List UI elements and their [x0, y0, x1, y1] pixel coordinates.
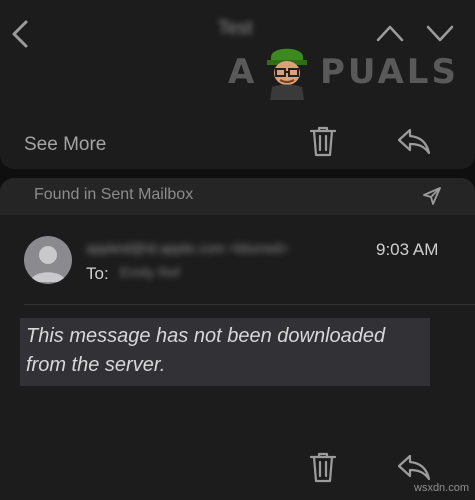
- message-body-highlight: This message has not been downloaded fro…: [20, 318, 430, 386]
- nav-title: Test: [217, 18, 253, 39]
- trash-icon[interactable]: [308, 124, 338, 158]
- logo-letters-puals: PUALS: [320, 52, 459, 92]
- see-more-link[interactable]: See More: [24, 134, 106, 156]
- divider: [24, 304, 475, 305]
- to-label: To:: [86, 264, 109, 283]
- message-time: 9:03 AM: [376, 240, 439, 259]
- sender-address[interactable]: appleid@id.apple.com <blurred>: [86, 240, 356, 256]
- person-icon: [30, 246, 66, 282]
- logo-letter-a: A: [228, 52, 256, 92]
- chevron-left-icon[interactable]: [8, 18, 32, 50]
- mailbox-label: Found in Sent Mailbox: [34, 186, 194, 203]
- trash-icon[interactable]: [308, 450, 338, 484]
- watermark: wsxdn.com: [414, 482, 470, 494]
- message-card: Found in Sent Mailbox appleid@id.apple.c…: [0, 178, 475, 500]
- recipient-name[interactable]: Emily Ref: [120, 264, 200, 280]
- appuals-logo: A PUALS: [228, 42, 456, 102]
- paper-plane-icon: [423, 187, 441, 205]
- avatar[interactable]: [24, 236, 72, 284]
- message-body: This message has not been downloaded fro…: [26, 325, 386, 376]
- mascot-icon: [267, 48, 307, 100]
- reply-icon[interactable]: [396, 126, 432, 156]
- reply-icon[interactable]: [396, 452, 432, 482]
- mailbox-header: Found in Sent Mailbox: [0, 178, 475, 215]
